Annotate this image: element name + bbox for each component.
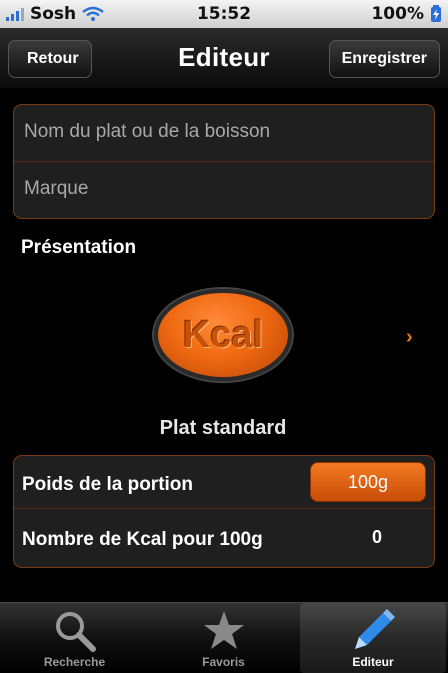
- presentation-label: Présentation: [21, 237, 137, 258]
- nutrition-group: Poids de la portion 100g Nombre de Kcal …: [13, 455, 435, 568]
- brand-field-row[interactable]: Marque: [14, 162, 434, 218]
- tab-label-editeur: Editeur: [352, 655, 394, 669]
- battery-charging-icon: [431, 5, 441, 22]
- portion-row: Poids de la portion 100g: [14, 456, 434, 509]
- kcal-badge-text: Kcal: [154, 289, 292, 381]
- status-bar: Sosh 15:52 100%: [0, 0, 448, 28]
- tab-label-recherche: Recherche: [43, 655, 106, 669]
- name-field[interactable]: Nom du plat ou de la boisson: [24, 121, 270, 143]
- kcal-row[interactable]: Nombre de Kcal pour 100g 0: [14, 509, 434, 567]
- tab-bar: Recherche Favoris Editeur: [0, 602, 448, 673]
- save-button[interactable]: Enregistrer: [328, 40, 440, 78]
- kcal-value[interactable]: 0: [372, 527, 382, 548]
- brand-field[interactable]: Marque: [24, 178, 88, 200]
- battery-percent: 100%: [371, 4, 424, 24]
- presentation-caption: Plat standard: [159, 417, 287, 439]
- kcal-label: Nombre de Kcal pour 100g: [22, 529, 263, 550]
- tab-label-favoris: Favoris: [202, 655, 245, 669]
- star-icon: [203, 611, 244, 649]
- portion-label: Poids de la portion: [22, 474, 194, 495]
- chevron-right-icon[interactable]: ›: [406, 326, 413, 349]
- presentation-section[interactable]: Présentation Kcal › Plat standard: [13, 224, 433, 450]
- tab-recherche[interactable]: Recherche: [0, 603, 149, 673]
- portion-weight-button[interactable]: 100g: [310, 462, 426, 502]
- search-icon: [55, 612, 96, 652]
- tab-favoris[interactable]: Favoris: [149, 603, 298, 673]
- status-right: 100%: [371, 4, 442, 24]
- identity-group: Nom du plat ou de la boisson Marque: [13, 104, 435, 219]
- navigation-bar: Retour Editeur Enregistrer: [0, 28, 448, 89]
- kcal-badge-image[interactable]: Kcal: [154, 289, 294, 381]
- name-field-row[interactable]: Nom du plat ou de la boisson: [14, 105, 434, 162]
- tab-editeur[interactable]: Editeur: [300, 603, 446, 673]
- pencil-icon: [355, 609, 395, 649]
